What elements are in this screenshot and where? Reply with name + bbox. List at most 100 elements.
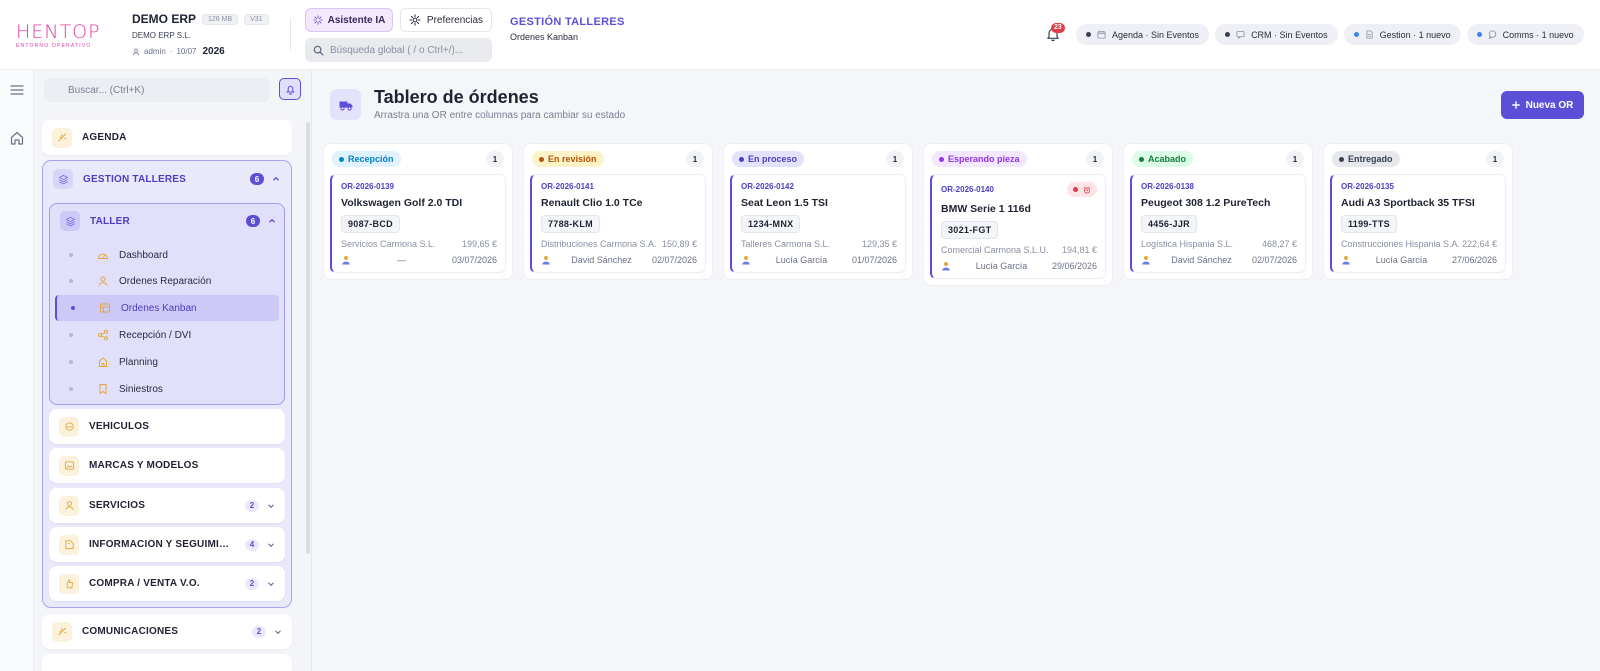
kanban-column-1[interactable]: Recepción 1 OR-2026-0139 Volkswagen Golf…: [323, 143, 513, 280]
vehicle-name: Peugeot 308 1.2 PureTech: [1141, 197, 1271, 209]
sidebar-item-label: Dashboard: [119, 249, 168, 261]
sidebar-section-marcas-modelos[interactable]: MARCAS Y MODELOS: [49, 448, 285, 483]
section-count-badge: 2: [245, 499, 259, 512]
vehicle-name: Seat Leon 1.5 TSI: [741, 197, 828, 209]
share-icon: [98, 329, 108, 341]
technician-name: Lucía García: [975, 261, 1028, 271]
order-card[interactable]: OR-2026-0142 Seat Leon 1.5 TSI 1234-MNX …: [730, 174, 906, 273]
sidebar-item-recepcion-dvi[interactable]: Recepción / DVI: [55, 322, 279, 348]
section-label: SERVICIOS: [89, 500, 146, 511]
column-count: 1: [486, 151, 504, 167]
preferences-button[interactable]: Preferencias: [400, 8, 492, 32]
license-plate: 1199-TTS: [1341, 215, 1397, 233]
sidebar-section-comunicaciones[interactable]: COMUNICACIONES 2: [42, 614, 292, 649]
status-pill-gestion[interactable]: Gestion · 1 nuevo: [1343, 24, 1461, 45]
logo-subtitle: ENTORNO OPERATIVO: [16, 43, 92, 49]
order-code[interactable]: OR-2026-0138: [1141, 182, 1194, 191]
bullet: [71, 306, 75, 310]
global-search-input[interactable]: [330, 44, 490, 56]
chevron-down-icon: [268, 503, 274, 508]
order-card[interactable]: OR-2026-0141 Renault Clio 1.0 TCe 7788-K…: [530, 174, 706, 273]
order-date: 27/06/2026: [1451, 255, 1497, 265]
current-year: 2026: [202, 46, 225, 57]
order-code[interactable]: OR-2026-0140: [941, 185, 994, 194]
sidebar-scrollbar[interactable]: [306, 122, 310, 554]
sidebar-item-ordenes-reparacion[interactable]: Ordenes Reparación: [55, 268, 279, 294]
order-amount: 150,89 €: [661, 239, 697, 249]
section-label: COMUNICACIONES: [82, 626, 179, 637]
menu-icon[interactable]: [10, 84, 24, 96]
user-service-icon: [59, 495, 79, 516]
stage-label: En revisión: [548, 154, 597, 164]
sidebar-pin-button[interactable]: [279, 78, 301, 100]
column-header: En revisión 1: [524, 144, 712, 174]
technician-name: David Sánchez: [1171, 255, 1232, 265]
kanban-column-5[interactable]: Acabado 1 OR-2026-0138 Peugeot 308 1.2 P…: [1123, 143, 1313, 280]
kanban-column-6[interactable]: Entregado 1 OR-2026-0135 Audi A3 Sportba…: [1323, 143, 1513, 280]
order-card[interactable]: OR-2026-0135 Audi A3 Sportback 35 TFSI 1…: [1330, 174, 1506, 273]
client-name: Comercial Carmona S.L.U.: [941, 245, 1049, 255]
client-name: Servicios Carmona S.L.: [341, 239, 436, 249]
status-pill-label: CRM · Sin Eventos: [1251, 29, 1328, 40]
left-rail: [0, 70, 34, 671]
sidebar-section-next[interactable]: [42, 654, 292, 671]
kanban-column-2[interactable]: En revisión 1 OR-2026-0141 Renault Clio …: [523, 143, 713, 280]
sidebar-section-gestion-talleres[interactable]: GESTIÓN TALLERES 6: [43, 161, 290, 197]
order-date: 02/07/2026: [651, 255, 697, 265]
column-header: Entregado 1: [1324, 144, 1512, 174]
kanban-column-3[interactable]: En proceso 1 OR-2026-0142 Seat Leon 1.5 …: [723, 143, 913, 280]
order-date: 29/06/2026: [1051, 261, 1097, 271]
sidebar-item-dashboard[interactable]: Dashboard: [55, 242, 279, 268]
order-code[interactable]: OR-2026-0135: [1341, 182, 1394, 191]
status-pill-crm[interactable]: CRM · Sin Eventos: [1215, 24, 1338, 45]
sidebar-item-ordenes-kanban[interactable]: Ordenes Kanban: [55, 295, 279, 321]
order-amount: 199,65 €: [461, 239, 497, 249]
pin-icon: [285, 85, 295, 95]
breadcrumb-module[interactable]: GESTIÓN TALLERES: [510, 16, 625, 28]
order-code[interactable]: OR-2026-0139: [341, 182, 394, 191]
section-label: AGENDA: [82, 132, 127, 143]
sidebar-item-siniestros[interactable]: Siniestros: [55, 376, 279, 402]
sidebar-section-informacion-seguimiento[interactable]: INFORMACIÓN Y SEGUIMIENTO 4: [49, 527, 285, 562]
folder-icon: [59, 534, 79, 555]
sidebar-item-planning[interactable]: Planning: [55, 349, 279, 375]
technician-icon: [942, 262, 950, 271]
plus-icon: [1511, 101, 1520, 109]
section-label: VEHÍCULOS: [89, 421, 150, 432]
new-or-label: Nueva OR: [1525, 99, 1574, 111]
company-info: DEMO ERP 126 MB V31 DEMO ERP S.L. admin …: [132, 12, 269, 57]
new-or-button[interactable]: Nueva OR: [1501, 91, 1584, 119]
column-header: Esperando pieza 1: [924, 144, 1112, 174]
order-code[interactable]: OR-2026-0141: [541, 182, 594, 191]
client-name: Distribuciones Carmona S.A.: [541, 239, 657, 249]
broadcast-icon: [52, 621, 72, 642]
urgent-alert-badge[interactable]: [1067, 182, 1097, 197]
vehicle-name: Renault Clio 1.0 TCe: [541, 197, 643, 209]
kanban-column-4[interactable]: Esperando pieza 1 OR-2026-0140 BMW Serie…: [923, 143, 1113, 286]
order-card[interactable]: OR-2026-0139 Volkswagen Golf 2.0 TDI 908…: [330, 174, 506, 273]
technician-name: David Sánchez: [571, 255, 632, 265]
status-pill-label: Agenda · Sin Eventos: [1112, 29, 1200, 40]
sidebar-search-input[interactable]: [68, 84, 258, 96]
sidebar-section-taller[interactable]: TALLER 6: [50, 204, 284, 238]
page-title: Tablero de órdenes: [374, 87, 539, 107]
license-plate: 1234-MNX: [741, 215, 801, 233]
status-pill-agenda[interactable]: Agenda · Sin Eventos: [1076, 24, 1210, 45]
sidebar-section-vehiculos[interactable]: VEHÍCULOS: [49, 409, 285, 444]
app-logo[interactable]: HENTOP ENTORNO OPERATIVO: [16, 22, 106, 49]
ai-assistant-button[interactable]: Asistente IA: [305, 8, 393, 32]
status-pill-comms[interactable]: Comms · 1 nuevo: [1466, 24, 1584, 45]
stage-badge: Acabado: [1132, 151, 1194, 167]
order-card[interactable]: OR-2026-0140 BMW Serie 1 116d 3021-FGT C…: [930, 174, 1106, 279]
status-pill-label: Gestion · 1 nuevo: [1379, 29, 1451, 40]
sidebar-section-agenda[interactable]: AGENDA: [42, 120, 292, 155]
order-code[interactable]: OR-2026-0142: [741, 182, 794, 191]
document-icon: [1366, 30, 1373, 39]
home-icon[interactable]: [9, 130, 25, 146]
bullet: [69, 360, 73, 364]
order-card[interactable]: OR-2026-0138 Peugeot 308 1.2 PureTech 44…: [1130, 174, 1306, 273]
car-icon: [59, 416, 79, 437]
order-date: 01/07/2026: [851, 255, 897, 265]
sidebar-section-servicios[interactable]: SERVICIOS 2: [49, 488, 285, 523]
sidebar-section-compra-venta[interactable]: COMPRA / VENTA V.O. 2: [49, 566, 285, 601]
